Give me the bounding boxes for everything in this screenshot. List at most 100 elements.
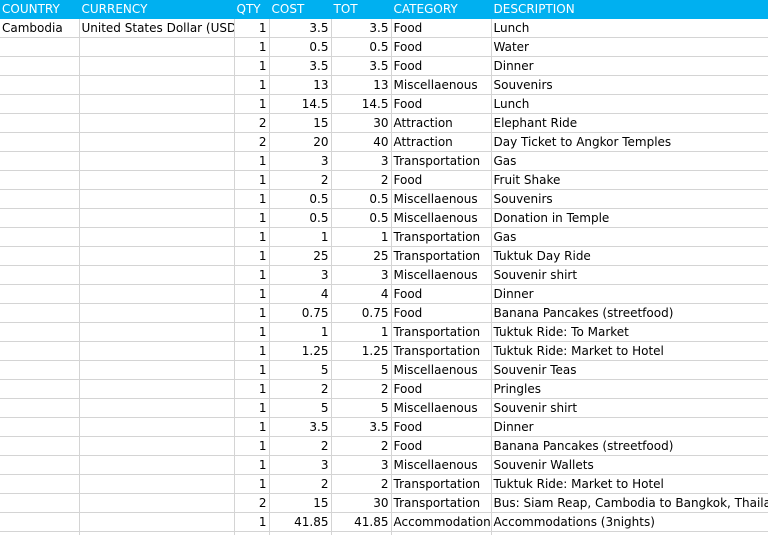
cell-tot[interactable]: 25 bbox=[331, 246, 392, 266]
cell-tot[interactable]: 1 bbox=[331, 227, 392, 247]
cell-tot[interactable]: 0.75 bbox=[331, 303, 392, 323]
cell-tot[interactable]: 0.5 bbox=[331, 208, 392, 228]
cell-description[interactable]: Dinner bbox=[491, 417, 768, 437]
cell-currency[interactable] bbox=[79, 360, 235, 380]
cell-cost[interactable]: 1 bbox=[269, 322, 332, 342]
cell-qty[interactable]: 1 bbox=[234, 436, 270, 456]
cell-currency[interactable] bbox=[79, 151, 235, 171]
cell-qty[interactable]: 1 bbox=[234, 189, 270, 209]
cell-tot[interactable]: 5 bbox=[331, 360, 392, 380]
cell-category[interactable]: Food bbox=[391, 37, 492, 57]
header-cost[interactable]: COST bbox=[269, 0, 332, 19]
cell-tot[interactable]: 5 bbox=[331, 398, 392, 418]
cell-category[interactable]: Food bbox=[391, 303, 492, 323]
cell-country[interactable] bbox=[0, 455, 80, 475]
cell-qty[interactable]: 1 bbox=[234, 322, 270, 342]
header-description[interactable]: DESCRIPTION bbox=[491, 0, 768, 19]
cell-country[interactable] bbox=[0, 474, 80, 494]
cell-currency[interactable] bbox=[79, 436, 235, 456]
cell-tot[interactable]: 3 bbox=[331, 151, 392, 171]
cell-description[interactable]: Dinner bbox=[491, 284, 768, 304]
header-country[interactable]: COUNTRY bbox=[0, 0, 80, 19]
cell-country[interactable] bbox=[0, 265, 80, 285]
cell-country[interactable] bbox=[0, 246, 80, 266]
cell-tot[interactable]: 3 bbox=[331, 265, 392, 285]
cell-cost[interactable]: 20 bbox=[269, 132, 332, 152]
cell-qty[interactable]: 1 bbox=[234, 398, 270, 418]
cell-country[interactable] bbox=[0, 398, 80, 418]
cell-qty[interactable]: 1 bbox=[234, 474, 270, 494]
cell-country[interactable] bbox=[0, 189, 80, 209]
cell-description[interactable]: Pringles bbox=[491, 379, 768, 399]
cell-currency[interactable] bbox=[79, 379, 235, 399]
cell-cost[interactable]: 15 bbox=[269, 113, 332, 133]
cell-cost[interactable]: 3.5 bbox=[269, 56, 332, 76]
cell-description[interactable]: Souvenir Teas bbox=[491, 360, 768, 380]
cell-cost[interactable]: 0.5 bbox=[269, 208, 332, 228]
cell-qty[interactable]: 2 bbox=[234, 113, 270, 133]
cell-country[interactable] bbox=[0, 75, 80, 95]
cell-tot[interactable]: 2 bbox=[331, 436, 392, 456]
cell-currency[interactable] bbox=[79, 493, 235, 513]
cell-currency[interactable] bbox=[79, 37, 235, 57]
cell-tot[interactable]: 3 bbox=[331, 455, 392, 475]
cell-description[interactable]: Banana Pancakes (streetfood) bbox=[491, 303, 768, 323]
cell-currency[interactable] bbox=[79, 322, 235, 342]
cell-qty[interactable]: 1 bbox=[234, 303, 270, 323]
cell-cost[interactable]: 2 bbox=[269, 474, 332, 494]
cell-qty[interactable]: 1 bbox=[234, 56, 270, 76]
header-qty[interactable]: QTY bbox=[234, 0, 270, 19]
cell-country[interactable] bbox=[0, 170, 80, 190]
cell-currency[interactable]: United States Dollar (USD) bbox=[79, 18, 235, 38]
cell-category[interactable]: Food bbox=[391, 170, 492, 190]
cell-qty[interactable]: 1 bbox=[234, 341, 270, 361]
cell-cost[interactable]: 5 bbox=[269, 360, 332, 380]
cell-tot[interactable]: 2 bbox=[331, 474, 392, 494]
cell-country[interactable]: Cambodia bbox=[0, 18, 80, 38]
cell-country[interactable] bbox=[0, 379, 80, 399]
cell-currency[interactable] bbox=[79, 75, 235, 95]
cell-cost[interactable]: 13 bbox=[269, 75, 332, 95]
cell-country[interactable] bbox=[0, 341, 80, 361]
cell-description[interactable]: Fruit Shake bbox=[491, 170, 768, 190]
cell-description[interactable]: Souvenir Wallets bbox=[491, 455, 768, 475]
cell-qty[interactable]: 1 bbox=[234, 18, 270, 38]
cell-currency[interactable] bbox=[79, 417, 235, 437]
cell-country[interactable] bbox=[0, 132, 80, 152]
cell-qty[interactable]: 1 bbox=[234, 455, 270, 475]
cell-category[interactable]: Food bbox=[391, 94, 492, 114]
cell-country[interactable] bbox=[0, 512, 80, 532]
cell-description[interactable]: Gas bbox=[491, 227, 768, 247]
cell-description[interactable]: Tuktuk Ride: To Market bbox=[491, 322, 768, 342]
cell-cost[interactable]: 3 bbox=[269, 151, 332, 171]
cell-tot[interactable]: 1 bbox=[331, 322, 392, 342]
cell-cost[interactable]: 3.5 bbox=[269, 417, 332, 437]
empty-cell[interactable] bbox=[391, 531, 492, 535]
empty-cell[interactable] bbox=[0, 531, 80, 535]
cell-country[interactable] bbox=[0, 303, 80, 323]
cell-cost[interactable]: 1 bbox=[269, 227, 332, 247]
cell-currency[interactable] bbox=[79, 265, 235, 285]
cell-country[interactable] bbox=[0, 322, 80, 342]
cell-currency[interactable] bbox=[79, 189, 235, 209]
cell-currency[interactable] bbox=[79, 227, 235, 247]
cell-category[interactable]: Miscellaenous bbox=[391, 360, 492, 380]
cell-description[interactable]: Tuktuk Ride: Market to Hotel bbox=[491, 474, 768, 494]
cell-currency[interactable] bbox=[79, 246, 235, 266]
cell-currency[interactable] bbox=[79, 398, 235, 418]
cell-qty[interactable]: 2 bbox=[234, 132, 270, 152]
cell-qty[interactable]: 1 bbox=[234, 379, 270, 399]
cell-currency[interactable] bbox=[79, 455, 235, 475]
cell-category[interactable]: Transportation bbox=[391, 246, 492, 266]
cell-qty[interactable]: 1 bbox=[234, 37, 270, 57]
cell-qty[interactable]: 1 bbox=[234, 284, 270, 304]
cell-description[interactable]: Water bbox=[491, 37, 768, 57]
cell-tot[interactable]: 0.5 bbox=[331, 189, 392, 209]
cell-cost[interactable]: 25 bbox=[269, 246, 332, 266]
empty-cell[interactable] bbox=[491, 531, 768, 535]
cell-qty[interactable]: 1 bbox=[234, 151, 270, 171]
cell-category[interactable]: Miscellaenous bbox=[391, 75, 492, 95]
cell-qty[interactable]: 1 bbox=[234, 94, 270, 114]
cell-country[interactable] bbox=[0, 360, 80, 380]
cell-currency[interactable] bbox=[79, 284, 235, 304]
